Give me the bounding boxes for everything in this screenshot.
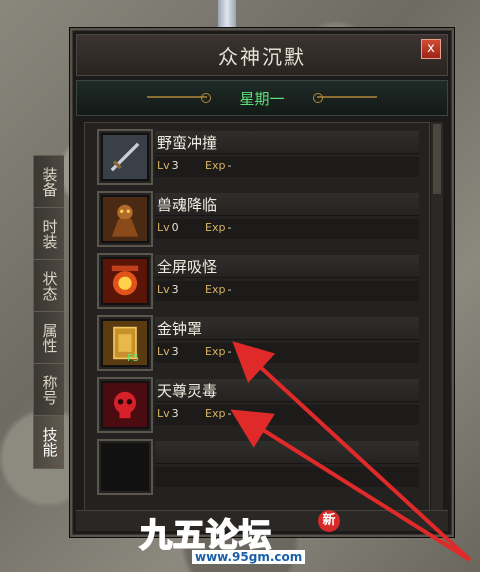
skill-hotkey-badge: F5 <box>127 353 140 364</box>
skill-name-bar <box>155 441 419 464</box>
site-watermark: 九五论坛 新 www.95gm.com <box>139 510 340 568</box>
tab-fashion[interactable]: 时装 <box>33 207 64 261</box>
day-label: 星期一 <box>239 89 285 108</box>
tab-attributes[interactable]: 属性 <box>33 311 64 365</box>
skill-list: 野蛮冲撞 Lv 3 Exp - 兽魂降临 Lv 0 Exp - 全屏吸怪 Lv … <box>84 122 430 512</box>
skill-stats-bar <box>155 405 419 425</box>
beast-icon[interactable] <box>97 191 153 247</box>
skill-stats-bar <box>155 281 419 301</box>
skill-exp: Exp - <box>205 407 232 420</box>
tab-equipment[interactable]: 装备 <box>33 155 64 209</box>
empty-slot-icon[interactable] <box>97 439 153 495</box>
tab-skills[interactable]: 技能 <box>33 415 64 469</box>
skill-level: Lv 3 <box>157 283 179 296</box>
skill-level: Lv 3 <box>157 345 179 358</box>
skill-level: Lv 3 <box>157 159 179 172</box>
skill-name: 天尊灵毒 <box>157 382 218 400</box>
ornament-left <box>147 93 211 103</box>
skill-row[interactable]: 全屏吸怪 Lv 3 Exp - <box>93 253 423 309</box>
skill-row[interactable]: 野蛮冲撞 Lv 3 Exp - <box>93 129 423 185</box>
skill-level: Lv 3 <box>157 407 179 420</box>
skill-name: 野蛮冲撞 <box>157 134 218 152</box>
sword-icon[interactable] <box>97 129 153 185</box>
background-pillar <box>218 0 236 30</box>
golden-bell-icon[interactable]: F5 <box>97 315 153 371</box>
close-button[interactable]: x <box>421 39 441 59</box>
skill-level: Lv 0 <box>157 221 179 234</box>
fire-orb-icon[interactable] <box>97 253 153 309</box>
window-title: 众神沉默 <box>218 44 306 69</box>
skill-stats-bar <box>155 343 419 363</box>
scrollbar-thumb[interactable] <box>433 124 441 194</box>
skill-stats-bar <box>155 467 419 487</box>
skill-row[interactable]: 兽魂降临 Lv 0 Exp - <box>93 191 423 247</box>
skill-stats-bar <box>155 219 419 239</box>
window-titlebar[interactable]: 众神沉默 x <box>76 34 448 76</box>
skull-icon[interactable] <box>97 377 153 433</box>
skill-row-empty[interactable] <box>93 439 423 495</box>
skill-row[interactable]: F5 金钟罩 Lv 3 Exp - <box>93 315 423 371</box>
watermark-url: www.95gm.com <box>192 550 306 564</box>
skill-exp: Exp - <box>205 221 232 234</box>
skill-name: 兽魂降临 <box>157 196 218 214</box>
day-bar: 星期一 <box>76 80 448 116</box>
tab-titles[interactable]: 称号 <box>33 363 64 417</box>
ornament-right <box>313 93 377 103</box>
skill-exp: Exp - <box>205 283 232 296</box>
skill-row[interactable]: 天尊灵毒 Lv 3 Exp - <box>93 377 423 433</box>
watermark-new-badge: 新 <box>318 510 340 532</box>
skill-name: 全屏吸怪 <box>157 258 218 276</box>
tab-status[interactable]: 状态 <box>33 259 64 313</box>
skill-exp: Exp - <box>205 345 232 358</box>
character-window: 众神沉默 x 星期一 野蛮冲撞 Lv 3 Exp - 兽魂降临 Lv 0 Exp… <box>70 28 454 537</box>
skill-exp: Exp - <box>205 159 232 172</box>
skill-stats-bar <box>155 157 419 177</box>
skill-name: 金钟罩 <box>157 320 203 338</box>
skill-list-scrollbar[interactable] <box>430 122 443 510</box>
